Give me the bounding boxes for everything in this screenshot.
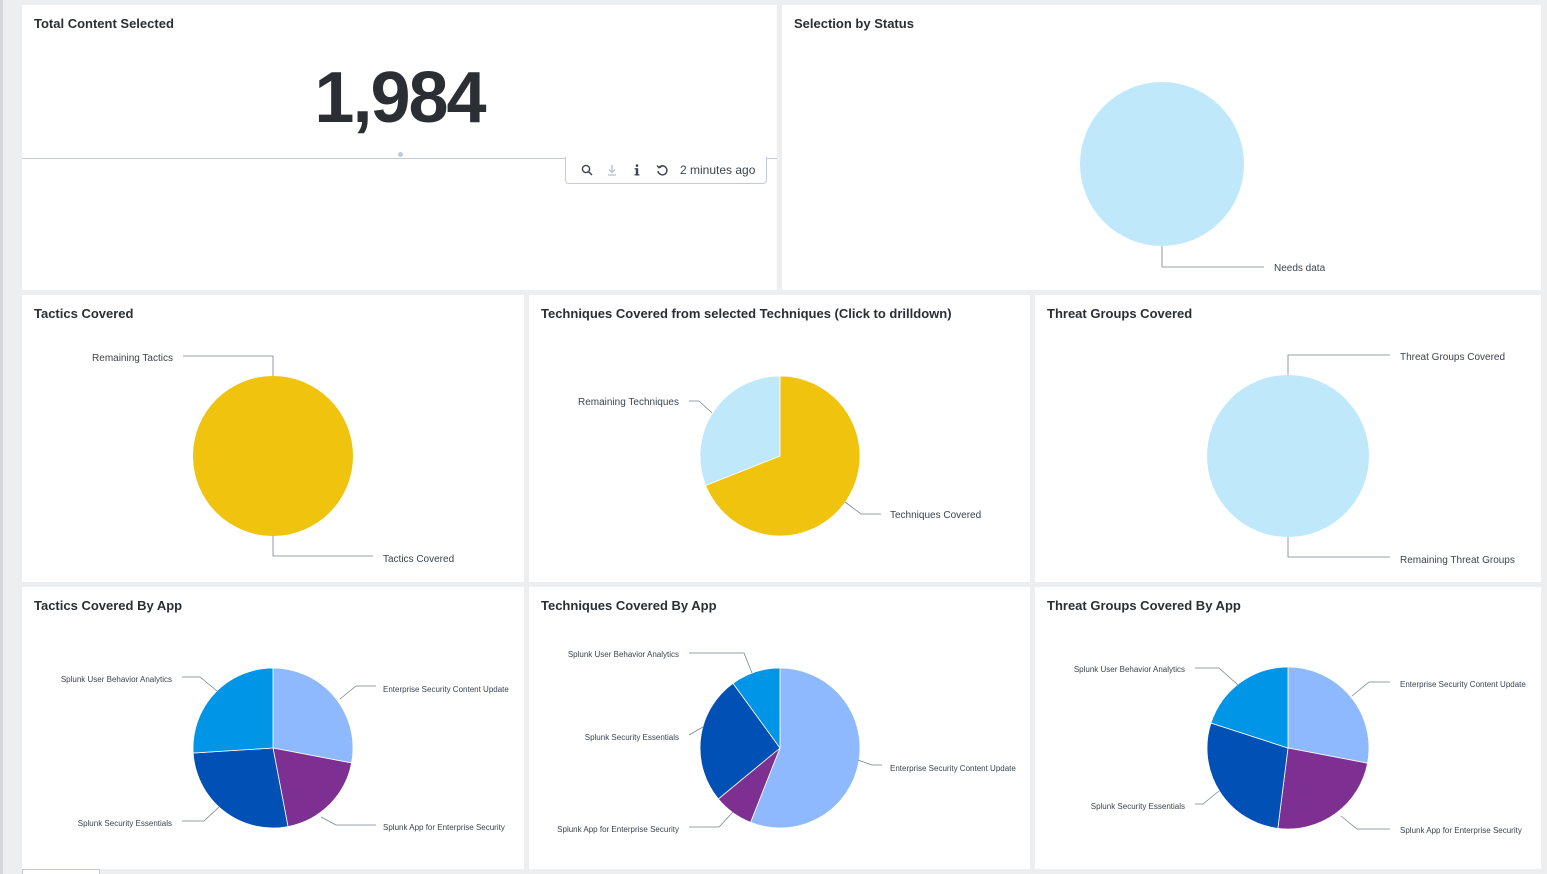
leader-line bbox=[844, 501, 881, 515]
threat-groups-covered-chart: Remaining Threat Groups Threat Groups Cov… bbox=[1207, 352, 1515, 566]
pie-label-tactics-covered[interactable]: Tactics Covered bbox=[383, 554, 454, 565]
refresh-icon[interactable] bbox=[651, 160, 673, 180]
search-icon[interactable] bbox=[576, 160, 598, 180]
leader-line bbox=[183, 355, 274, 376]
pie-label-enterprise-security-content-update[interactable]: Enterprise Security Content Update bbox=[890, 764, 1016, 773]
pie-label-needs-data[interactable]: Needs data bbox=[1274, 263, 1326, 274]
pie-label-enterprise-security-content-update[interactable]: Enterprise Security Content Update bbox=[1400, 680, 1526, 689]
pie-label-splunk-security-essentials[interactable]: Splunk Security Essentials bbox=[78, 819, 172, 828]
leader-line bbox=[1161, 246, 1264, 268]
pie-slice-splunk-security-essentials[interactable] bbox=[192, 747, 289, 829]
leader-line bbox=[1287, 537, 1390, 558]
left-edge-bar bbox=[0, 0, 3, 874]
panel-title: Total Content Selected bbox=[34, 16, 174, 31]
bottom-tab[interactable] bbox=[22, 869, 100, 874]
tactics-covered-chart: Tactics Covered Remaining Tactics bbox=[92, 353, 454, 565]
pie-slice-enterprise-security-content-update[interactable] bbox=[272, 667, 354, 764]
techniques-covered-chart: Techniques Covered Remaining Techniques bbox=[578, 375, 981, 537]
leader-line bbox=[320, 816, 376, 826]
pie-label-threat-groups-covered[interactable]: Threat Groups Covered bbox=[1400, 352, 1505, 363]
pie-label-enterprise-security-content-update[interactable]: Enterprise Security Content Update bbox=[383, 685, 509, 694]
pie-slice-needs-data[interactable] bbox=[1080, 82, 1244, 246]
panel-threat-groups-covered: Threat Groups Covered Remaining Threat G… bbox=[1035, 295, 1541, 582]
pie-slice-remaining-threat-groups[interactable] bbox=[1207, 375, 1369, 537]
pie-label-techniques-covered[interactable]: Techniques Covered bbox=[890, 510, 981, 521]
selection-by-status-chart: Needs data bbox=[1080, 82, 1326, 274]
tactics-by-app-chart: Enterprise Security Content Update Splunk… bbox=[61, 667, 509, 832]
panel-total-content-selected: Total Content Selected 1,984 2 minutes a… bbox=[22, 5, 777, 290]
pie-label-splunk-user-behavior-analytics[interactable]: Splunk User Behavior Analytics bbox=[568, 650, 679, 659]
pie-label-splunk-security-essentials[interactable]: Splunk Security Essentials bbox=[585, 733, 679, 742]
panel-techniques-covered-by-app: Techniques Covered By App Enterprise Sec… bbox=[529, 587, 1030, 869]
panel-techniques-covered: Techniques Covered from selected Techniq… bbox=[529, 295, 1030, 582]
info-icon[interactable] bbox=[626, 160, 648, 180]
drag-handle-dot[interactable] bbox=[398, 152, 403, 157]
leader-line bbox=[1340, 815, 1390, 830]
pie-label-remaining-tactics[interactable]: Remaining Tactics bbox=[92, 353, 173, 364]
panel-threat-groups-covered-by-app: Threat Groups Covered By App Enterprise … bbox=[1035, 587, 1541, 869]
pie-slice-enterprise-security-content-update[interactable] bbox=[1287, 666, 1370, 764]
pie-label-splunk-user-behavior-analytics[interactable]: Splunk User Behavior Analytics bbox=[1074, 665, 1185, 674]
techniques-by-app-chart: Enterprise Security Content Update Splunk… bbox=[557, 650, 1016, 834]
threat-groups-by-app-chart: Enterprise Security Content Update Splunk… bbox=[1074, 665, 1527, 835]
leader-line bbox=[339, 685, 376, 700]
leader-line bbox=[689, 400, 713, 414]
leader-line bbox=[272, 536, 373, 557]
single-value[interactable]: 1,984 bbox=[22, 57, 777, 139]
panel-toolbar: 2 minutes ago bbox=[565, 157, 767, 184]
pie-label-splunk-app-for-enterprise-security[interactable]: Splunk App for Enterprise Security bbox=[1400, 826, 1522, 835]
pie-label-remaining-threat-groups[interactable]: Remaining Threat Groups bbox=[1400, 555, 1515, 566]
pie-label-remaining-techniques[interactable]: Remaining Techniques bbox=[578, 397, 679, 408]
panel-selection-by-status: Selection by Status Needs data bbox=[782, 5, 1541, 290]
pie-slice-tactics-covered[interactable] bbox=[193, 376, 353, 536]
leader-line bbox=[857, 759, 882, 766]
leader-line bbox=[689, 652, 753, 674]
leader-line bbox=[182, 806, 220, 822]
pie-label-splunk-security-essentials[interactable]: Splunk Security Essentials bbox=[1091, 802, 1185, 811]
download-icon[interactable] bbox=[601, 160, 623, 180]
leader-line bbox=[689, 811, 734, 828]
leader-line bbox=[182, 676, 218, 692]
last-refresh-time: 2 minutes ago bbox=[680, 163, 756, 177]
leader-line bbox=[1287, 354, 1390, 375]
panel-tactics-covered: Tactics Covered Tactics Covered Remaining… bbox=[22, 295, 524, 582]
pie-label-splunk-app-for-enterprise-security[interactable]: Splunk App for Enterprise Security bbox=[557, 825, 679, 834]
pie-label-splunk-app-for-enterprise-security[interactable]: Splunk App for Enterprise Security bbox=[383, 823, 505, 832]
leader-line bbox=[1195, 667, 1239, 686]
pie-label-splunk-user-behavior-analytics[interactable]: Splunk User Behavior Analytics bbox=[61, 675, 172, 684]
panel-tactics-covered-by-app: Tactics Covered By App Enterprise Securi… bbox=[22, 587, 524, 869]
leader-line bbox=[1351, 681, 1390, 697]
leader-line bbox=[1195, 790, 1220, 805]
